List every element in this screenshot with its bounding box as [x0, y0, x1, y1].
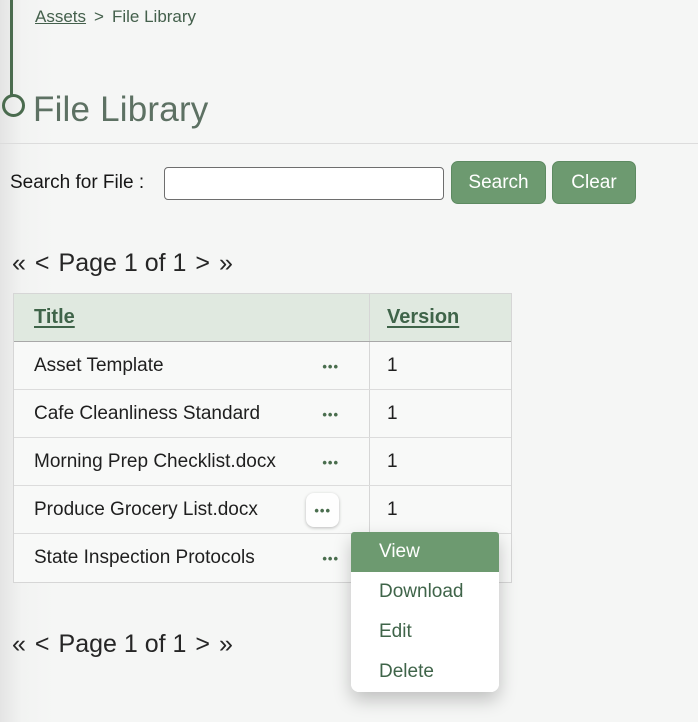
- column-header-version[interactable]: Version: [370, 294, 511, 341]
- search-input[interactable]: [164, 167, 444, 200]
- pagination-next-button[interactable]: >: [195, 249, 210, 278]
- table-row: Cafe Cleanliness Standard ••• 1: [14, 390, 511, 438]
- row-menu-icon: •••: [322, 455, 339, 470]
- pagination-prev-button[interactable]: <: [35, 249, 50, 278]
- file-title: Cafe Cleanliness Standard: [34, 403, 260, 425]
- breadcrumb: Assets > File Library: [35, 7, 196, 27]
- pagination-last-button[interactable]: »: [219, 249, 233, 278]
- context-menu: View Download Edit Delete: [351, 532, 499, 692]
- table-row: Produce Grocery List.docx ••• 1: [14, 486, 511, 534]
- pagination-bottom: « < Page 1 of 1 > »: [12, 630, 233, 659]
- version-cell: 1: [370, 390, 511, 437]
- search-button[interactable]: Search: [451, 161, 546, 204]
- row-menu-icon: •••: [314, 503, 331, 518]
- timeline-line: [10, 0, 13, 95]
- pagination-first-button[interactable]: «: [12, 249, 26, 278]
- file-title-cell: State Inspection Protocols •••: [14, 534, 370, 582]
- breadcrumb-current: File Library: [112, 7, 196, 27]
- file-title-cell: Morning Prep Checklist.docx •••: [14, 438, 370, 485]
- pagination-next-button[interactable]: >: [195, 630, 210, 659]
- row-menu-button[interactable]: •••: [322, 403, 339, 425]
- pagination-label: Page 1 of 1: [59, 249, 187, 278]
- timeline-circle: [2, 94, 25, 117]
- file-title-cell: Produce Grocery List.docx •••: [14, 486, 370, 533]
- row-menu-icon: •••: [322, 407, 339, 422]
- version-cell: 1: [370, 438, 511, 485]
- table-row: Morning Prep Checklist.docx ••• 1: [14, 438, 511, 486]
- row-menu-button-open[interactable]: •••: [306, 493, 339, 527]
- header-divider: [0, 143, 698, 144]
- row-menu-icon: •••: [322, 551, 339, 566]
- file-title-cell: Asset Template •••: [14, 342, 370, 389]
- file-library-page: Assets > File Library File Library Searc…: [0, 0, 698, 722]
- pagination-last-button[interactable]: »: [219, 630, 233, 659]
- row-menu-button[interactable]: •••: [322, 547, 339, 569]
- pagination-first-button[interactable]: «: [12, 630, 26, 659]
- row-menu-icon: •••: [322, 359, 339, 374]
- column-header-title[interactable]: Title: [14, 294, 370, 341]
- row-menu-button[interactable]: •••: [322, 451, 339, 473]
- table-header-row: Title Version: [14, 294, 511, 342]
- context-menu-item-delete[interactable]: Delete: [351, 652, 499, 692]
- file-title: Produce Grocery List.docx: [34, 499, 258, 521]
- clear-button[interactable]: Clear: [552, 161, 636, 204]
- pagination-label: Page 1 of 1: [59, 630, 187, 659]
- file-title: Asset Template: [34, 355, 164, 377]
- table-row: Asset Template ••• 1: [14, 342, 511, 390]
- context-menu-item-view[interactable]: View: [351, 532, 499, 572]
- pagination-prev-button[interactable]: <: [35, 630, 50, 659]
- row-menu-button[interactable]: •••: [322, 355, 339, 377]
- search-label: Search for File :: [10, 172, 144, 194]
- file-title: State Inspection Protocols: [34, 547, 255, 569]
- version-cell: 1: [370, 486, 511, 533]
- context-menu-item-download[interactable]: Download: [351, 572, 499, 612]
- breadcrumb-link-assets[interactable]: Assets: [35, 7, 86, 27]
- file-title: Morning Prep Checklist.docx: [34, 451, 276, 473]
- page-title: File Library: [33, 90, 209, 130]
- file-title-cell: Cafe Cleanliness Standard •••: [14, 390, 370, 437]
- context-menu-item-edit[interactable]: Edit: [351, 612, 499, 652]
- pagination-top: « < Page 1 of 1 > »: [12, 249, 233, 278]
- breadcrumb-separator: >: [94, 7, 104, 27]
- version-cell: 1: [370, 342, 511, 389]
